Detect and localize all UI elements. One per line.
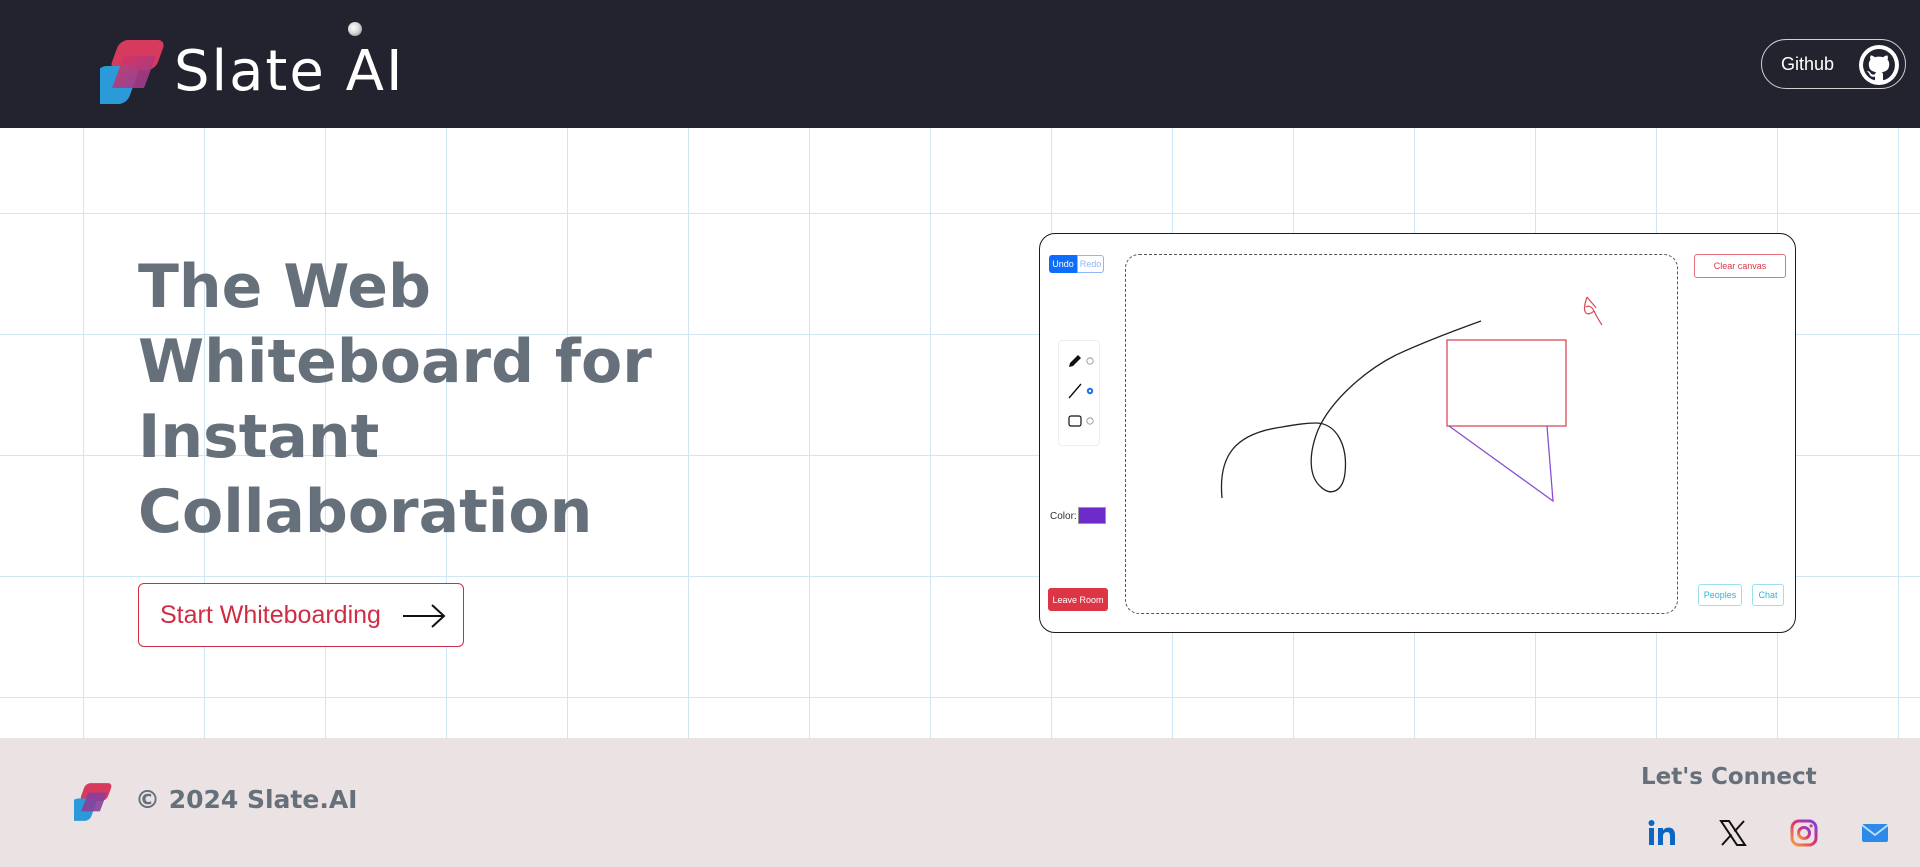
cta-label: Start Whiteboarding <box>160 600 381 629</box>
red-scribble <box>1583 296 1603 326</box>
brand-dot-icon <box>348 22 362 36</box>
linkedin-icon[interactable] <box>1647 818 1677 848</box>
preview-drawing <box>1220 296 1603 503</box>
preview-undo-button: Undo <box>1049 255 1077 273</box>
pencil-tool-icon <box>1069 355 1094 367</box>
freehand-stroke <box>1220 320 1482 499</box>
line-tool-icon <box>1068 383 1094 399</box>
github-icon <box>1859 45 1899 85</box>
red-rectangle <box>1446 339 1567 427</box>
preview-peoples-button: Peoples <box>1698 584 1742 606</box>
github-button[interactable]: Github <box>1761 39 1906 89</box>
slate-logo-icon[interactable] <box>100 40 168 104</box>
arrow-right-icon <box>403 604 446 628</box>
instagram-icon[interactable] <box>1789 818 1819 848</box>
purple-triangle <box>1448 425 1554 503</box>
preview-chat-button: Chat <box>1752 584 1784 606</box>
preview-clear-canvas-button: Clear canvas <box>1694 254 1786 278</box>
github-label: Github <box>1781 53 1835 74</box>
site-header: Slate AI Github <box>0 0 1920 128</box>
rectangle-tool-icon <box>1068 415 1094 427</box>
brand-name: Slate AI <box>174 39 405 104</box>
preview-color-label: Color: <box>1050 511 1077 522</box>
lets-connect-heading: Let's Connect <box>1641 764 1817 790</box>
footer-logo-icon[interactable] <box>74 783 114 821</box>
whiteboard-preview: Undo Redo Color: Leave Room Clear canvas… <box>1039 233 1796 633</box>
hero-headline: The Web Whiteboard for Instant Collabora… <box>138 252 652 547</box>
preview-redo-button: Redo <box>1077 255 1104 273</box>
preview-toolbox <box>1058 340 1100 446</box>
copyright-text: © 2024 Slate.AI <box>135 785 358 814</box>
site-footer: © 2024 Slate.AI Let's Connect <box>0 738 1920 867</box>
preview-canvas <box>1125 254 1678 614</box>
mail-icon[interactable] <box>1860 818 1890 848</box>
start-whiteboarding-button[interactable]: Start Whiteboarding <box>138 583 464 647</box>
x-icon[interactable] <box>1718 818 1748 848</box>
preview-color-swatch <box>1078 507 1106 524</box>
preview-leave-room-button: Leave Room <box>1048 588 1108 611</box>
